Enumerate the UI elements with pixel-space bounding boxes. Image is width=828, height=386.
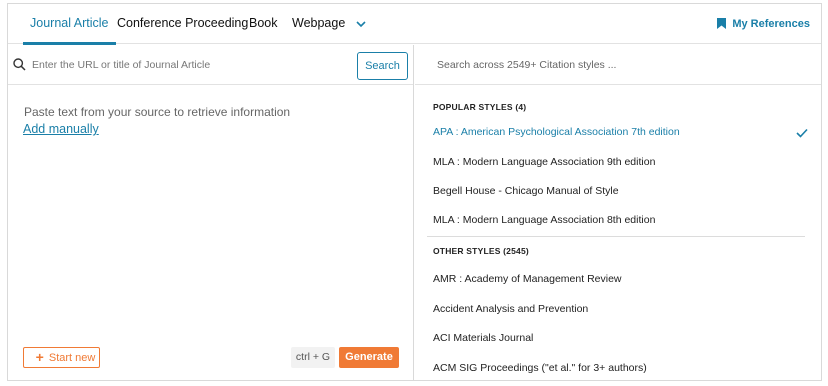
style-item-aci-materials[interactable]: ACI Materials Journal: [433, 332, 533, 344]
style-list[interactable]: POPULAR STYLES (4) APA : American Psycho…: [415, 86, 821, 380]
style-item-amr[interactable]: AMR : Academy of Management Review: [433, 273, 622, 285]
chevron-down-icon[interactable]: [354, 17, 368, 31]
plus-icon: +: [35, 349, 44, 365]
tab-webpage[interactable]: Webpage: [292, 4, 345, 44]
citation-generator: Journal Article Conference Proceeding Bo…: [7, 3, 822, 381]
other-styles-heading: OTHER STYLES (2545): [433, 246, 529, 256]
style-item-begell-chicago[interactable]: Begell House - Chicago Manual of Style: [433, 185, 619, 197]
popular-styles-heading: POPULAR STYLES (4): [433, 102, 527, 112]
tab-book[interactable]: Book: [249, 4, 278, 44]
style-item-accident-analysis[interactable]: Accident Analysis and Prevention: [433, 303, 588, 315]
start-new-label: Start new: [48, 352, 96, 364]
generate-button[interactable]: Generate: [339, 347, 399, 368]
source-type-tabs: Journal Article Conference Proceeding Bo…: [8, 4, 821, 45]
bookmark-icon: [717, 17, 727, 29]
source-search-bar: Search: [8, 45, 413, 85]
search-icon: [13, 58, 26, 71]
tab-conference-proceeding[interactable]: Conference Proceeding: [117, 4, 248, 44]
section-divider: [427, 236, 805, 237]
tab-journal-article[interactable]: Journal Article: [23, 4, 115, 45]
my-references-label: My References: [732, 18, 810, 30]
style-search-input[interactable]: [437, 55, 797, 75]
style-item-apa-7[interactable]: APA : American Psychological Association…: [433, 126, 680, 138]
add-manually-link[interactable]: Add manually: [23, 122, 99, 136]
style-item-mla-8[interactable]: MLA : Modern Language Association 8th ed…: [433, 214, 655, 226]
source-input-pane: Search Paste text from your source to re…: [8, 45, 414, 380]
style-item-acm-sig[interactable]: ACM SIG Proceedings ("et al." for 3+ aut…: [433, 362, 647, 374]
citation-style-pane: POPULAR STYLES (4) APA : American Psycho…: [415, 45, 821, 380]
my-references-link[interactable]: My References: [717, 4, 810, 44]
keyboard-shortcut-hint: ctrl + G: [291, 347, 335, 368]
search-button[interactable]: Search: [357, 52, 408, 80]
start-new-button[interactable]: + Start new: [23, 347, 100, 368]
paste-hint-text: Paste text from your source to retrieve …: [24, 105, 291, 119]
source-search-input[interactable]: [32, 55, 352, 75]
style-search-bar: [415, 45, 821, 85]
style-item-mla-9[interactable]: MLA : Modern Language Association 9th ed…: [433, 156, 655, 168]
check-icon: [796, 128, 808, 138]
